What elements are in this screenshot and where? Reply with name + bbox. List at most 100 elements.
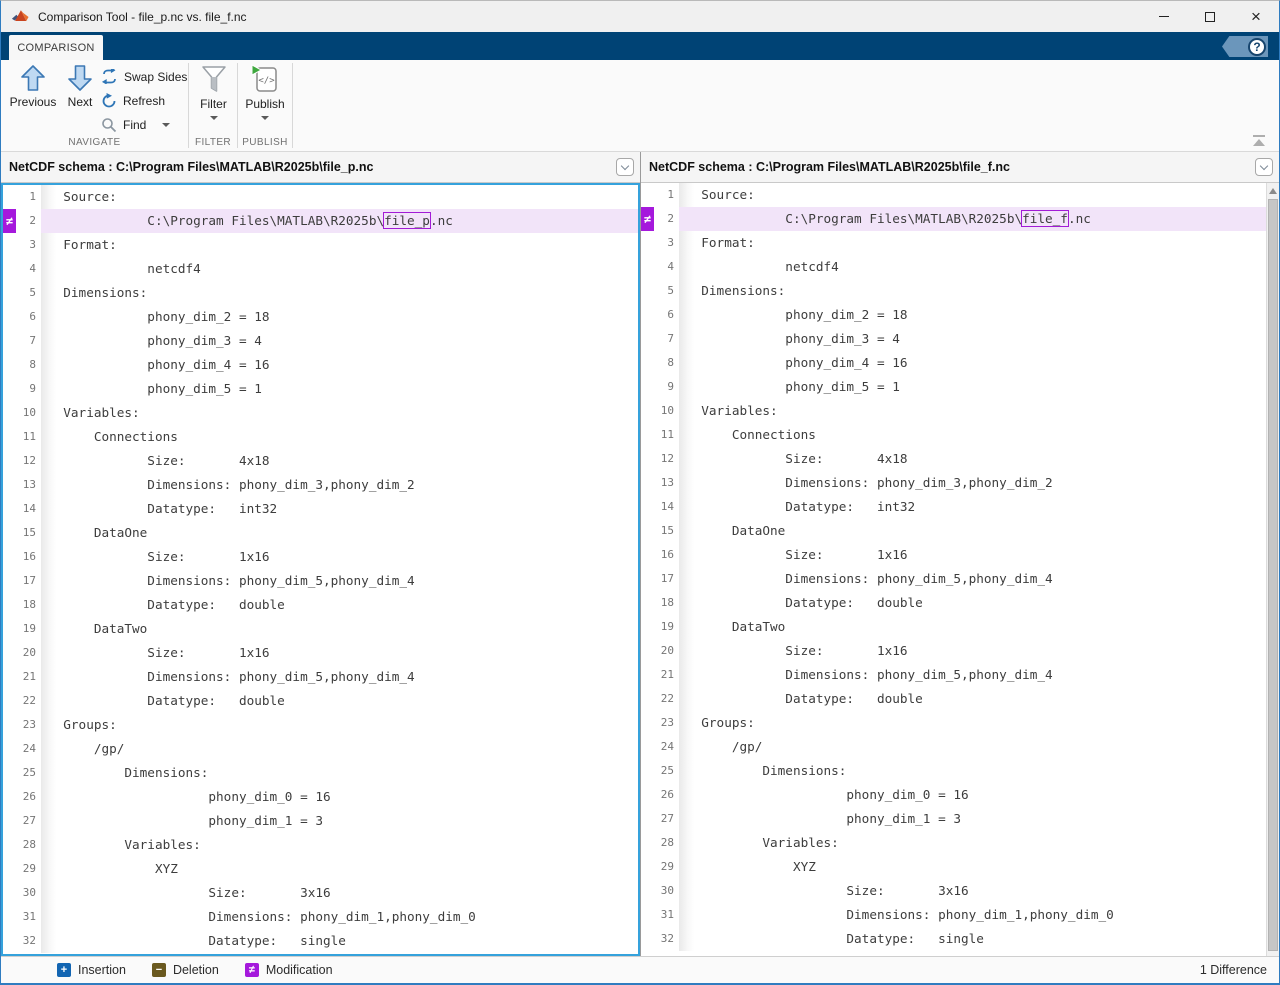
code-line-23[interactable]: 23 Groups:	[3, 713, 638, 737]
code-line-9[interactable]: 9 phony_dim_5 = 1	[3, 377, 638, 401]
code-line-15[interactable]: 15 DataOne	[3, 521, 638, 545]
refresh-button[interactable]: Refresh	[101, 90, 187, 111]
code-line-16[interactable]: 16 Size: 1x16	[641, 543, 1279, 567]
code-line-2[interactable]: ≠2 C:\Program Files\MATLAB\R2025b\file_f…	[641, 207, 1279, 231]
code-line-4[interactable]: 4 netcdf4	[3, 257, 638, 281]
code-line-13[interactable]: 13 Dimensions: phony_dim_3,phony_dim_2	[3, 473, 638, 497]
search-icon	[101, 117, 117, 133]
code-line-19[interactable]: 19 DataTwo	[641, 615, 1279, 639]
code-line-15[interactable]: 15 DataOne	[641, 519, 1279, 543]
line-number: 27	[654, 807, 679, 831]
vertical-scrollbar[interactable]	[1266, 183, 1279, 956]
code-line-32[interactable]: 32 Datatype: single	[3, 929, 638, 953]
code-line-29[interactable]: 29 XYZ	[3, 857, 638, 881]
previous-button[interactable]: Previous	[7, 64, 59, 109]
code-line-30[interactable]: 30 Size: 3x16	[641, 879, 1279, 903]
comparison-panels: NetCDF schema : C:\Program Files\MATLAB\…	[1, 152, 1279, 956]
find-button[interactable]: Find	[101, 114, 187, 135]
line-number: 17	[16, 569, 41, 593]
code-line-25[interactable]: 25 Dimensions:	[641, 759, 1279, 783]
code-line-24[interactable]: 24 /gp/	[641, 735, 1279, 759]
code-line-27[interactable]: 27 phony_dim_1 = 3	[641, 807, 1279, 831]
line-number: 31	[16, 905, 41, 929]
code-line-3[interactable]: 3 Format:	[3, 233, 638, 257]
code-line-10[interactable]: 10 Variables:	[3, 401, 638, 425]
code-line-8[interactable]: 8 phony_dim_4 = 16	[641, 351, 1279, 375]
collapse-ribbon-button[interactable]	[1251, 135, 1267, 146]
code-line-9[interactable]: 9 phony_dim_5 = 1	[641, 375, 1279, 399]
code-line-23[interactable]: 23 Groups:	[641, 711, 1279, 735]
code-line-19[interactable]: 19 DataTwo	[3, 617, 638, 641]
help-button[interactable]: ?	[1222, 36, 1268, 57]
code-line-31[interactable]: 31 Dimensions: phony_dim_1,phony_dim_0	[641, 903, 1279, 927]
code-line-31[interactable]: 31 Dimensions: phony_dim_1,phony_dim_0	[3, 905, 638, 929]
line-number: 16	[654, 543, 679, 567]
code-line-28[interactable]: 28 Variables:	[641, 831, 1279, 855]
line-number: 3	[654, 231, 679, 255]
code-line-11[interactable]: 11 Connections	[3, 425, 638, 449]
code-line-22[interactable]: 22 Datatype: double	[3, 689, 638, 713]
code-line-14[interactable]: 14 Datatype: int32	[3, 497, 638, 521]
code-line-17[interactable]: 17 Dimensions: phony_dim_5,phony_dim_4	[641, 567, 1279, 591]
code-line-7[interactable]: 7 phony_dim_3 = 4	[641, 327, 1279, 351]
code-line-1[interactable]: 1 Source:	[641, 183, 1279, 207]
line-text: Size: 3x16	[41, 881, 638, 905]
right-panel-menu-button[interactable]	[1255, 158, 1273, 176]
close-button[interactable]: ×	[1233, 1, 1279, 32]
code-line-5[interactable]: 5 Dimensions:	[3, 281, 638, 305]
line-number: 20	[16, 641, 41, 665]
code-line-6[interactable]: 6 phony_dim_2 = 18	[3, 305, 638, 329]
code-line-21[interactable]: 21 Dimensions: phony_dim_5,phony_dim_4	[3, 665, 638, 689]
code-line-20[interactable]: 20 Size: 1x16	[641, 639, 1279, 663]
code-line-32[interactable]: 32 Datatype: single	[641, 927, 1279, 951]
tab-comparison[interactable]: COMPARISON	[9, 35, 103, 60]
code-line-21[interactable]: 21 Dimensions: phony_dim_5,phony_dim_4	[641, 663, 1279, 687]
code-line-24[interactable]: 24 /gp/	[3, 737, 638, 761]
code-line-2[interactable]: ≠2 C:\Program Files\MATLAB\R2025b\file_p…	[3, 209, 638, 233]
code-line-28[interactable]: 28 Variables:	[3, 833, 638, 857]
line-marker	[641, 663, 654, 687]
publish-button[interactable]: </> Publish	[239, 64, 291, 120]
code-line-1[interactable]: 1 Source:	[3, 185, 638, 209]
line-number: 9	[654, 375, 679, 399]
code-line-14[interactable]: 14 Datatype: int32	[641, 495, 1279, 519]
code-line-4[interactable]: 4 netcdf4	[641, 255, 1279, 279]
code-line-30[interactable]: 30 Size: 3x16	[3, 881, 638, 905]
line-number: 10	[16, 401, 41, 425]
code-line-8[interactable]: 8 phony_dim_4 = 16	[3, 353, 638, 377]
code-line-12[interactable]: 12 Size: 4x18	[641, 447, 1279, 471]
code-line-25[interactable]: 25 Dimensions:	[3, 761, 638, 785]
code-line-11[interactable]: 11 Connections	[641, 423, 1279, 447]
code-line-7[interactable]: 7 phony_dim_3 = 4	[3, 329, 638, 353]
code-line-5[interactable]: 5 Dimensions:	[641, 279, 1279, 303]
swap-sides-button[interactable]: Swap Sides	[101, 66, 187, 87]
code-line-29[interactable]: 29 XYZ	[641, 855, 1279, 879]
arrow-up-icon	[20, 64, 46, 92]
code-line-18[interactable]: 18 Datatype: double	[3, 593, 638, 617]
code-line-27[interactable]: 27 phony_dim_1 = 3	[3, 809, 638, 833]
code-line-3[interactable]: 3 Format:	[641, 231, 1279, 255]
code-line-20[interactable]: 20 Size: 1x16	[3, 641, 638, 665]
code-line-17[interactable]: 17 Dimensions: phony_dim_5,phony_dim_4	[3, 569, 638, 593]
code-line-16[interactable]: 16 Size: 1x16	[3, 545, 638, 569]
code-line-18[interactable]: 18 Datatype: double	[641, 591, 1279, 615]
line-number: 23	[16, 713, 41, 737]
minimize-button[interactable]	[1141, 1, 1187, 32]
filter-button[interactable]: Filter	[191, 64, 236, 120]
scrollbar-thumb[interactable]	[1268, 199, 1278, 951]
title-bar: Comparison Tool - file_p.nc vs. file_f.n…	[1, 1, 1279, 32]
code-line-12[interactable]: 12 Size: 4x18	[3, 449, 638, 473]
code-line-26[interactable]: 26 phony_dim_0 = 16	[3, 785, 638, 809]
line-number: 11	[16, 425, 41, 449]
code-line-26[interactable]: 26 phony_dim_0 = 16	[641, 783, 1279, 807]
code-line-10[interactable]: 10 Variables:	[641, 399, 1279, 423]
maximize-button[interactable]	[1187, 1, 1233, 32]
code-line-6[interactable]: 6 phony_dim_2 = 18	[641, 303, 1279, 327]
right-file-panel: NetCDF schema : C:\Program Files\MATLAB\…	[640, 152, 1279, 956]
line-text: Dimensions: phony_dim_3,phony_dim_2	[41, 473, 638, 497]
line-text: Size: 4x18	[41, 449, 638, 473]
next-button[interactable]: Next	[61, 64, 99, 109]
left-panel-menu-button[interactable]	[616, 158, 634, 176]
code-line-13[interactable]: 13 Dimensions: phony_dim_3,phony_dim_2	[641, 471, 1279, 495]
code-line-22[interactable]: 22 Datatype: double	[641, 687, 1279, 711]
